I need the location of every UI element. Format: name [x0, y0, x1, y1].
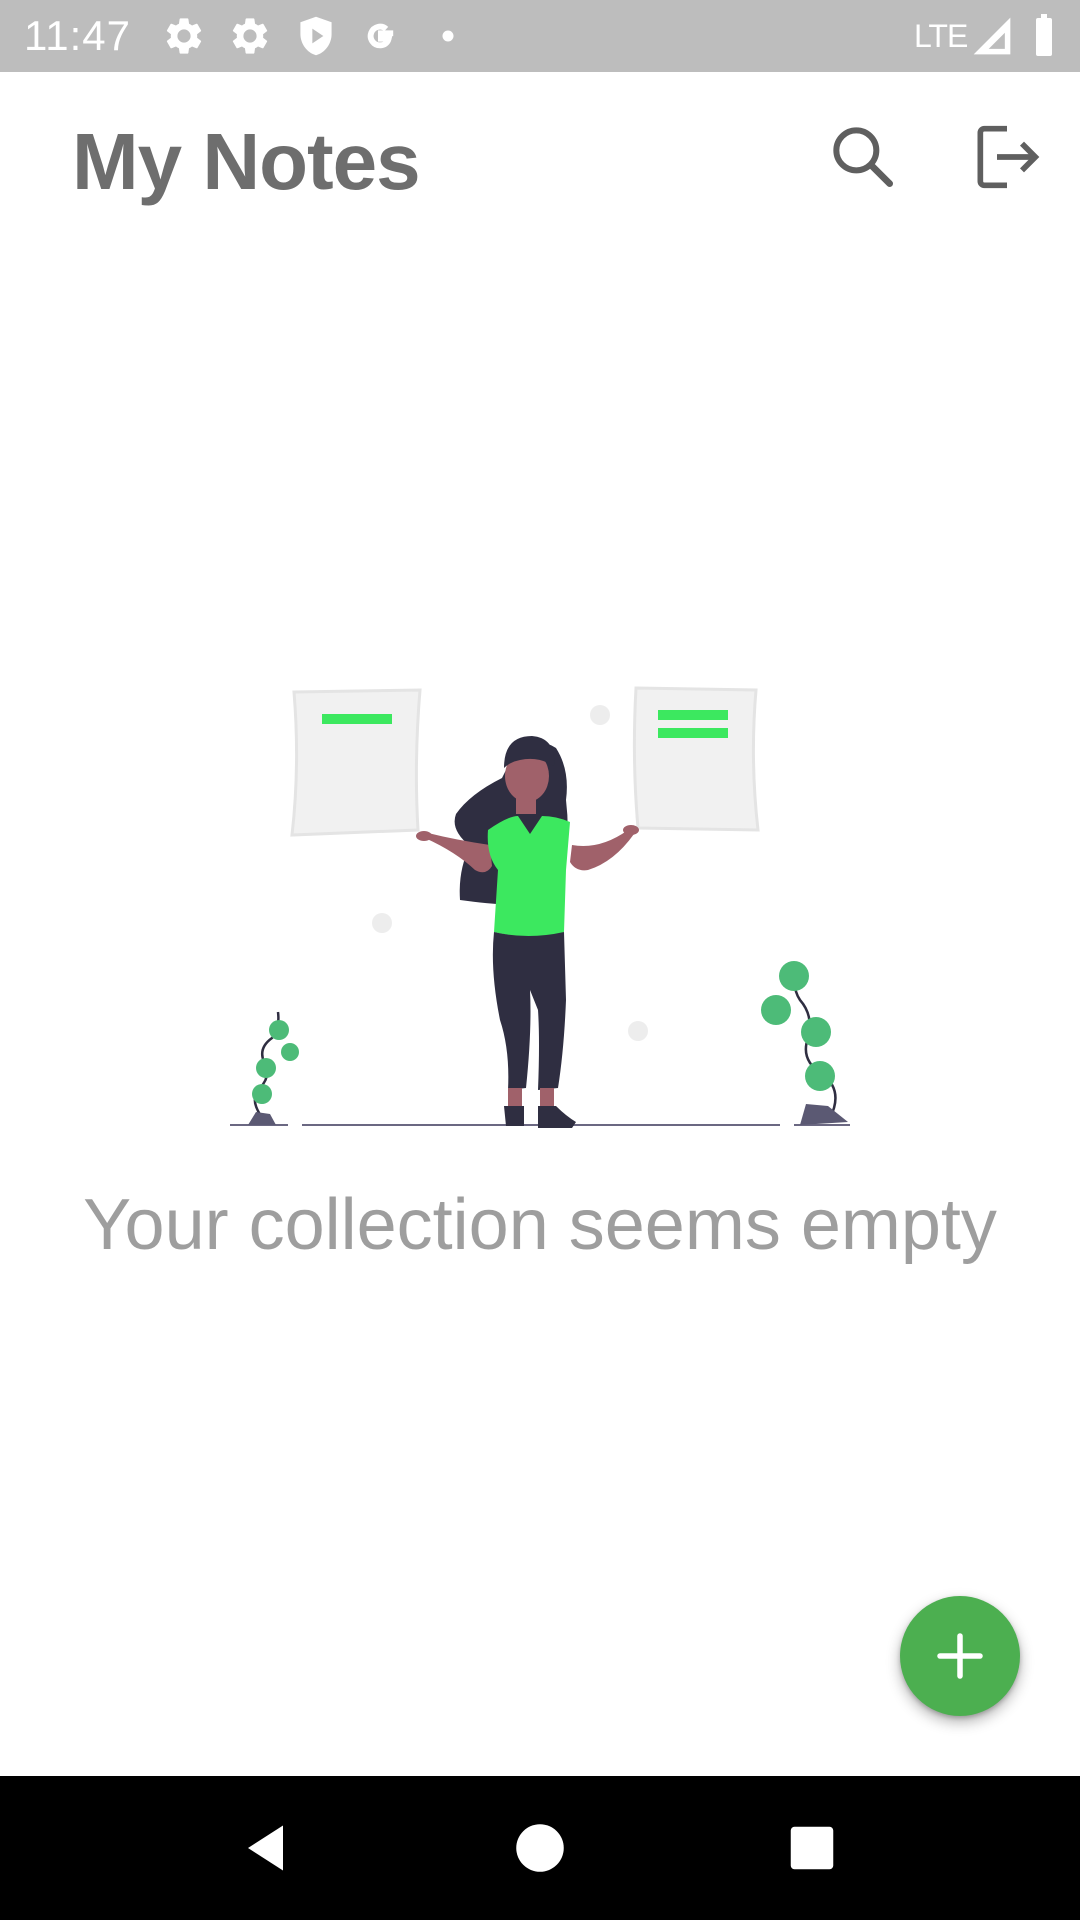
- settings-icon: [228, 14, 272, 58]
- app-bar: My Notes: [0, 72, 1080, 242]
- recents-button[interactable]: [782, 1818, 842, 1878]
- search-icon: [833, 127, 893, 188]
- back-button[interactable]: [238, 1818, 298, 1878]
- battery-icon: [1024, 14, 1064, 58]
- back-icon: [248, 1825, 283, 1871]
- google-icon: [358, 14, 402, 58]
- empty-state-message: Your collection seems empty: [83, 1185, 997, 1265]
- page-title: My Notes: [72, 117, 421, 206]
- empty-state-illustration: [220, 670, 860, 1130]
- logout-icon: [977, 125, 1040, 189]
- status-bar: 11:47 LTE: [0, 0, 1080, 72]
- recents-icon: [790, 1826, 834, 1870]
- network-type: LTE: [914, 18, 968, 54]
- home-button[interactable]: [510, 1818, 570, 1878]
- status-time: 11:47: [24, 12, 131, 59]
- plus-icon: [937, 1633, 983, 1679]
- play-protect-icon: [294, 14, 338, 58]
- notification-dot-icon: [426, 14, 470, 58]
- home-icon: [516, 1824, 564, 1872]
- signal-icon: [970, 14, 1014, 58]
- settings-icon: [162, 14, 206, 58]
- logout-button[interactable]: [967, 117, 1047, 197]
- search-button[interactable]: [823, 117, 903, 197]
- add-note-button[interactable]: [900, 1596, 1020, 1716]
- navigation-bar: [0, 1776, 1080, 1920]
